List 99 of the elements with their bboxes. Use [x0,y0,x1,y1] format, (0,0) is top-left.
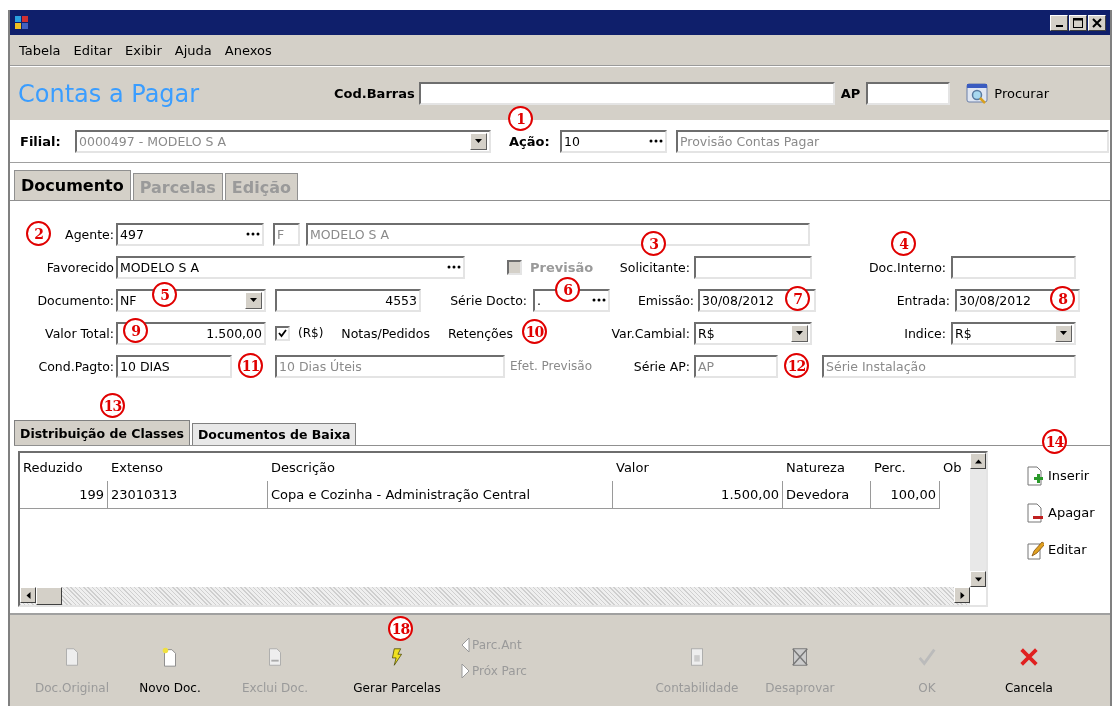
menu-item[interactable]: Tabela [19,42,61,58]
column-header: Perc. [873,458,907,477]
field-label: Entrada: [895,292,951,308]
field-label: Indice: [903,325,947,341]
dropdown-arrow-icon [475,139,482,143]
right-arrow-icon [461,663,470,679]
ap-series-field[interactable]: AP [694,354,778,378]
side-button[interactable]: Apagar [1026,500,1095,525]
ap-field[interactable] [866,82,951,105]
edit-document-icon [1026,539,1044,560]
column-header: Valor [615,458,650,477]
barcode-field[interactable] [418,82,835,105]
arrow-icon [24,591,32,599]
checkbox-label: Previsão [530,259,595,275]
action-code-field[interactable]: 10 [560,129,667,153]
field-label: Valor Total: [44,325,115,341]
lookup-dots-icon [592,298,606,302]
field-label: Cond.Pagto: [37,358,115,374]
table-cell: 199 [20,481,108,509]
menu-item[interactable]: Exibir [125,42,162,58]
checkbox[interactable] [275,325,290,341]
internal-doc-field[interactable] [951,255,1076,279]
app-icon [14,14,30,31]
field-label: Cod.Barras [334,86,415,101]
table-cell: 100,00 [871,481,940,509]
column-header: Descrição [270,458,336,477]
column-header: Extenso [110,458,164,477]
search-button[interactable]: Procurar [964,80,1051,107]
requester-field[interactable] [694,255,812,279]
dropdown-arrow-icon [796,331,803,335]
field-label: Agente: [64,226,115,242]
scroll-up-button[interactable] [970,453,986,469]
side-button[interactable]: Editar [1026,537,1095,562]
tab[interactable]: Documento [14,170,131,200]
toolbar-button[interactable]: Cancela [993,623,1064,695]
tab[interactable]: Documentos de Baixa [191,423,357,445]
scrollbar[interactable] [20,587,970,605]
toolbar-button[interactable]: Novo Doc. [122,623,218,695]
form-title: Contas a Pagar [18,79,201,108]
add-document-icon [1026,465,1044,486]
table-cell: 1.500,00 [613,481,783,509]
field-label: Série Docto: [449,292,528,308]
table-cell: 23010313 [108,481,268,509]
field-label: Série AP: [632,358,691,374]
scroll-right-button[interactable] [954,587,970,603]
tab[interactable]: Distribuição de Classes [14,420,190,445]
action-description-field[interactable]: Provisão Contas Pagar [676,129,1109,153]
field-label: Emissão: [636,292,695,308]
dropdown-arrow-icon [1060,331,1067,335]
close-button[interactable] [1088,14,1106,31]
maximize-button[interactable] [1069,14,1087,31]
field-label: Favorecido [45,259,115,275]
field-label: Doc.Interno: [867,259,947,275]
field-label: Efet. Previsão [510,359,592,373]
table-cell: Copa e Cozinha - Administração Central [268,481,613,509]
link[interactable]: Notas/Pedidos [341,325,430,341]
lookup-dots-icon [447,265,461,269]
lookup-dots-icon [246,232,260,236]
link[interactable]: Retenções [447,325,513,341]
field-label: Var.Cambial: [610,325,691,341]
menu-item[interactable]: Ajuda [174,42,212,58]
scroll-down-button[interactable] [970,571,986,587]
arrow-icon [974,457,982,465]
exchange-dropdown[interactable]: R$ [694,321,812,345]
callout-marker: 1 [508,106,533,131]
search-window-icon [966,82,991,105]
field-label: Documento: [36,292,115,308]
document-number-field[interactable]: 4553 [275,288,421,312]
table-cell: Devedora [783,481,871,509]
payment-terms-field[interactable]: 10 DIAS [116,354,232,378]
payee-field[interactable]: MODELO S A [116,255,465,279]
agent-code-field[interactable]: 497 [116,222,264,246]
menu-item[interactable]: Anexos [224,42,272,58]
dropdown-arrow-icon [250,298,257,302]
field-label: AP [840,86,861,101]
maximize-icon [1073,17,1083,28]
scroll-left-button[interactable] [20,587,36,603]
scroll-thumb[interactable] [36,587,62,605]
menu-item[interactable]: Editar [73,42,113,58]
check-icon [278,328,287,338]
field-label: Ação: [509,133,551,149]
minimize-button[interactable] [1050,14,1068,31]
checkbox-label: (R$) [298,326,324,340]
callout-marker: 18 [388,616,413,641]
field-label: Filial: [20,133,62,149]
branch-dropdown[interactable]: 0000497 - MODELO S A [75,129,491,153]
scrollbar[interactable] [970,453,986,587]
installation-series-field[interactable]: Série Instalação [822,354,1076,378]
remove-document-icon [1026,502,1044,523]
field-label: Solicitante: [618,259,691,275]
close-icon [1092,17,1102,28]
minimize-icon [1055,25,1063,27]
column-header: Reduzido [22,458,84,477]
left-arrow-icon [461,637,470,653]
column-header: Ob [942,458,963,477]
side-button[interactable]: Inserir [1026,463,1095,488]
column-header: Natureza [785,458,846,477]
lookup-dots-icon [649,139,663,143]
index-dropdown[interactable]: R$ [951,321,1076,345]
